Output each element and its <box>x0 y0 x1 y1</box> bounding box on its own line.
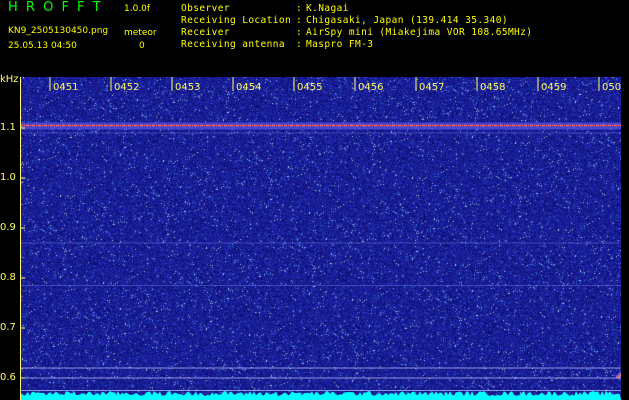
info-key-antenna: Receiving antenna <box>181 39 286 50</box>
info-sep-location: : <box>296 15 303 26</box>
info-sep-antenna: : <box>296 39 303 50</box>
info-sep-observer: : <box>296 3 303 14</box>
info-value-antenna: Maspro FM-3 <box>306 39 374 50</box>
x-tick-label: 0500 <box>602 82 621 93</box>
y-tick-label: 1.0 <box>0 172 16 183</box>
x-tick-label: 0452 <box>114 82 139 93</box>
info-value-observer: K.Nagai <box>306 3 349 14</box>
baseline-noise <box>20 391 621 400</box>
x-tick-label: 0454 <box>236 82 261 93</box>
y-tick-label: 0.8 <box>0 272 16 283</box>
y-tick-label: 1.1 <box>0 122 16 133</box>
app-version: 1.0.0f <box>124 4 151 14</box>
info-key-receiver: Receiver <box>181 27 230 38</box>
info-value-receiver: AirSpy mini (Miakejima VOR 108.65MHz) <box>306 27 533 38</box>
info-value-location: Chigasaki, Japan (139.414 35.340) <box>306 15 508 26</box>
meteor-count: 0 <box>139 41 145 51</box>
file-name: KN9_2505130450.png <box>8 26 109 36</box>
meteor-label: meteor <box>124 28 157 38</box>
y-tick-label: 0.9 <box>0 222 16 233</box>
x-tick-label: 0459 <box>541 82 566 93</box>
meteor-trace-glow <box>615 370 621 381</box>
x-tick-label: 0453 <box>175 82 200 93</box>
y-axis-unit: kHz <box>0 74 19 85</box>
x-tick-label: 0457 <box>419 82 444 93</box>
spectrogram-overlay: 0451 0452 0453 0454 0455 0456 0457 0458 0459 0500 <box>20 77 621 400</box>
info-key-observer: Observer <box>181 3 230 14</box>
x-tick-label: 0456 <box>358 82 383 93</box>
info-key-location: Receiving Location <box>181 15 292 26</box>
x-tick-label: 0451 <box>53 82 78 93</box>
spectrogram: 0451 0452 0453 0454 0455 0456 0457 0458 0459 0500 <box>20 77 621 400</box>
y-tick-label: 0.7 <box>0 322 16 333</box>
app-title: H R O F F T <box>8 0 103 15</box>
info-sep-receiver: : <box>296 27 303 38</box>
x-tick-label: 0455 <box>297 82 322 93</box>
hroft-window: H R O F F T 1.0.0f KN9_2505130450.png me… <box>0 0 629 400</box>
x-tick-label: 0458 <box>480 82 505 93</box>
file-timestamp: 25.05.13 04:50 <box>8 41 77 51</box>
y-tick-label: 0.6 <box>0 372 16 383</box>
